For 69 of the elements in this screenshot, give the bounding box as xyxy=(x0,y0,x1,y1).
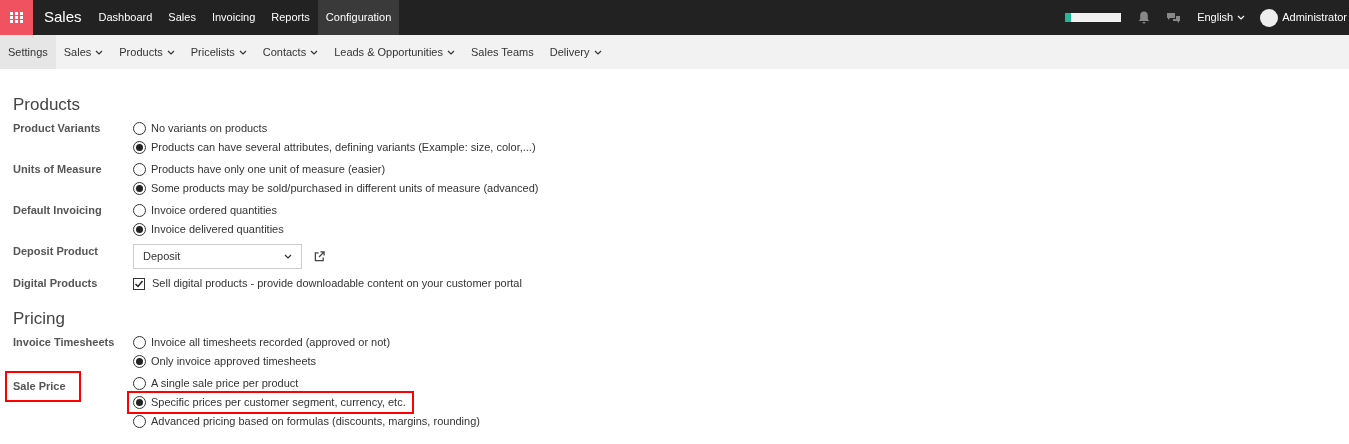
submenu-item[interactable]: Delivery xyxy=(541,35,610,69)
radio-label: Invoice delivered quantities xyxy=(151,222,284,238)
radio-option[interactable]: Advanced pricing based on formulas (discounts, margins, rounding) xyxy=(133,412,480,431)
radio-button[interactable] xyxy=(133,355,146,368)
radio-option[interactable]: Specific prices per customer segment, currency, etc. xyxy=(129,393,412,412)
radio-option[interactable]: Invoice all timesheets recorded (approved or not) xyxy=(133,333,391,352)
radio-label: Invoice all timesheets recorded (approved or not) xyxy=(151,335,391,351)
radio-label: Some products may be sold/purchased in different units of measure (advanced) xyxy=(151,181,539,197)
radio-label: Products can have several attributes, defining variants (Example: size, color,...) xyxy=(151,140,536,156)
user-avatar[interactable] xyxy=(1260,8,1279,27)
radio-button[interactable] xyxy=(133,223,146,236)
apps-menu-button[interactable] xyxy=(0,0,33,35)
checkbox[interactable] xyxy=(133,277,145,290)
setting-label: Units of Measure xyxy=(13,162,102,177)
external-link-icon[interactable] xyxy=(314,251,325,262)
setting-label: Invoice Timesheets xyxy=(13,335,115,350)
language-dropdown[interactable]: English xyxy=(1197,9,1246,26)
radio-button[interactable] xyxy=(133,377,146,390)
radio-option[interactable]: Invoice delivered quantities xyxy=(133,220,284,239)
radio-label: A single sale price per product xyxy=(151,376,299,392)
setting-label: Deposit Product xyxy=(13,244,98,259)
chevron-down-icon xyxy=(284,254,292,259)
radio-option[interactable]: Some products may be sold/purchased in different units of measure (advanced) xyxy=(133,179,539,198)
radio-option[interactable]: No variants on products xyxy=(133,119,268,138)
radio-label: Invoice ordered quantities xyxy=(151,203,277,219)
radio-button[interactable] xyxy=(133,163,146,176)
chevron-down-icon xyxy=(1237,15,1246,20)
radio-button[interactable] xyxy=(133,182,146,195)
radio-label: Advanced pricing based on formulas (discounts, margins, rounding) xyxy=(151,414,480,430)
setting-label: Sale Price xyxy=(7,373,79,400)
radio-button[interactable] xyxy=(133,396,146,409)
submenu-item[interactable]: Pricelists xyxy=(182,35,255,69)
radio-option[interactable]: Only invoice approved timesheets xyxy=(133,352,317,371)
checkbox-label: Sell digital products - provide downloadable content on your customer portal xyxy=(152,276,522,292)
radio-option[interactable]: A single sale price per product xyxy=(133,374,299,393)
chat-icon[interactable] xyxy=(1166,11,1182,24)
user-name[interactable]: Administrator xyxy=(1282,9,1347,26)
deposit-select[interactable]: Deposit xyxy=(133,244,302,269)
radio-button[interactable] xyxy=(133,204,146,217)
setting-label: Digital Products xyxy=(13,276,98,291)
radio-option[interactable]: Invoice ordered quantities xyxy=(133,201,277,220)
setting-label: Default Invoicing xyxy=(13,203,102,218)
submenu-item[interactable]: Settings xyxy=(0,35,56,69)
section-title: Products xyxy=(13,94,82,116)
submenu-item[interactable]: Leads & Opportunities xyxy=(326,35,463,69)
radio-label: Specific prices per customer segment, currency, etc. xyxy=(151,395,406,411)
submenu-item[interactable]: Products xyxy=(111,35,183,69)
radio-option[interactable]: Products have only one unit of measure (easier) xyxy=(133,160,386,179)
radio-button[interactable] xyxy=(133,141,146,154)
top-menu-item[interactable]: Invoicing xyxy=(203,0,264,35)
radio-label: Only invoice approved timesheets xyxy=(151,354,317,370)
top-menu-item[interactable]: Reports xyxy=(263,0,318,35)
section-title: Pricing xyxy=(13,308,66,330)
radio-option[interactable]: Products can have several attributes, defining variants (Example: size, color,...) xyxy=(133,138,536,157)
radio-button[interactable] xyxy=(133,336,146,349)
bell-icon[interactable] xyxy=(1138,11,1151,24)
radio-label: No variants on products xyxy=(151,121,268,137)
submenu-item[interactable]: Contacts xyxy=(254,35,327,69)
setting-label: Product Variants xyxy=(13,121,101,136)
top-menu-item[interactable]: Sales xyxy=(160,0,204,35)
app-title: Sales xyxy=(44,7,82,28)
radio-button[interactable] xyxy=(133,122,146,135)
top-menu-item[interactable]: Dashboard xyxy=(90,0,161,35)
top-menu-item[interactable]: Configuration xyxy=(317,0,400,35)
submenu-item[interactable]: Sales Teams xyxy=(463,35,542,69)
radio-button[interactable] xyxy=(133,415,146,428)
radio-label: Products have only one unit of measure (easier) xyxy=(151,162,386,178)
submenu-item[interactable]: Sales xyxy=(55,35,112,69)
grid-icon xyxy=(10,12,23,23)
